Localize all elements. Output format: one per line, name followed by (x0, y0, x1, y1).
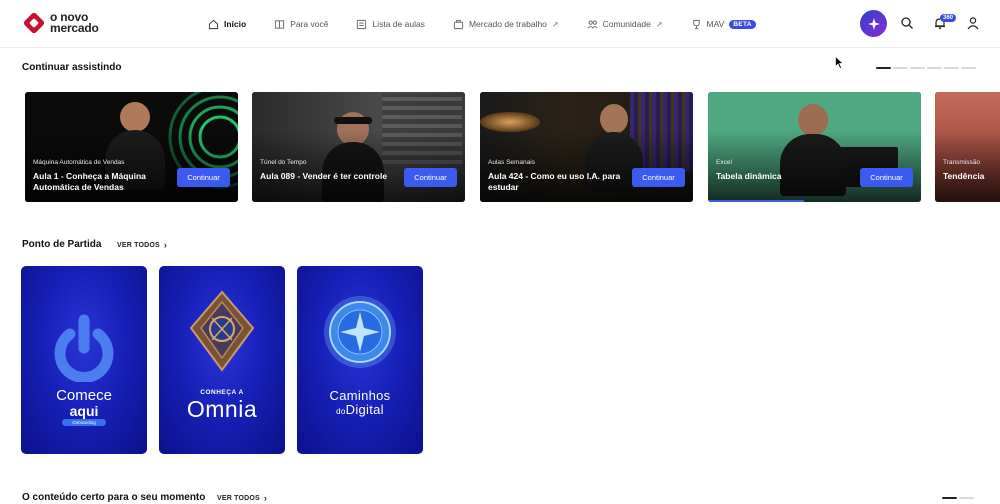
home-icon (208, 19, 219, 29)
notification-count-badge: 360 (940, 14, 957, 22)
power-icon (54, 314, 114, 382)
continue-card[interactable]: Transmissão Tendência (935, 92, 1000, 202)
continue-card[interactable]: Aulas Semanais Aula 424 - Como eu uso I.… (480, 92, 693, 202)
continue-card[interactable]: Máquina Automática de Vendas Aula 1 - Co… (25, 92, 238, 202)
poster-line2: Omnia (186, 396, 258, 422)
nav-item-label: MAV (706, 19, 725, 29)
poster-line1: Comece (56, 387, 112, 404)
poster-card-omnia[interactable]: CONHEÇA A Omnia (159, 266, 285, 454)
book-icon (275, 19, 285, 29)
card-title: Tabela dinâmica (716, 171, 782, 181)
poster-line3: Digital (345, 402, 384, 417)
chevron-right-icon: › (263, 493, 268, 503)
nav-item-mercado-de-trabalho[interactable]: Mercado de trabalho ↗ (453, 0, 559, 48)
nav-item-lista-de-aulas[interactable]: Lista de aulas (356, 0, 425, 48)
people-icon (587, 20, 598, 28)
main-nav: Início Para você Lista de aulas Mercado … (208, 0, 784, 48)
compass-icon (324, 296, 396, 368)
briefcase-icon (453, 19, 464, 29)
sparkle-icon (867, 17, 880, 30)
starting-point-title: Ponto de Partida (22, 239, 102, 250)
progress-bar (708, 200, 804, 202)
poster-card-caminhos-do-digital[interactable]: Caminhos doDigital (297, 266, 423, 454)
nav-item-label: Mercado de trabalho (468, 19, 547, 29)
poster-line2: do (336, 407, 346, 416)
nav-item-mav[interactable]: MAV BETA (691, 0, 756, 48)
card-category: Máquina Automática de Vendas (33, 159, 125, 166)
right-moment-title: O conteúdo certo para o seu momento (22, 492, 206, 503)
card-title: Aula 089 - Vender é ter controle (260, 171, 388, 181)
external-link-icon: ↗ (655, 19, 663, 29)
poster-line1: CONHEÇA A (200, 389, 244, 396)
carousel-pagination[interactable] (874, 67, 976, 69)
nav-item-label: Início (224, 19, 247, 29)
card-category: Aulas Semanais (488, 159, 535, 166)
mouse-cursor-icon (835, 56, 844, 69)
card-title: Aula 424 - Como eu uso I.A. para estudar (488, 171, 621, 192)
omnia-emblem-icon (189, 290, 255, 372)
carousel-pagination[interactable] (940, 497, 974, 499)
card-title: Tendência (943, 171, 985, 181)
chevron-right-icon: › (163, 240, 168, 250)
continue-button[interactable]: Continuar (177, 168, 230, 187)
nav-item-inicio[interactable]: Início (208, 0, 246, 48)
continue-button[interactable]: Continuar (860, 168, 913, 187)
onboarding-tag: Onboarding (62, 419, 106, 426)
continue-button[interactable]: Continuar (404, 168, 457, 187)
brand-name: o novo mercado (50, 10, 99, 35)
continue-watching-title: Continuar assistindo (22, 62, 122, 73)
card-category: Excel (716, 159, 732, 166)
poster-line1: Caminhos (329, 388, 391, 403)
continue-card[interactable]: Excel Tabela dinâmica Continuar (708, 92, 921, 202)
card-category: Túnel do Tempo (260, 159, 307, 166)
poster-card-comece-aqui[interactable]: Comece aqui Onboarding (21, 266, 147, 454)
continue-card[interactable]: Túnel do Tempo Aula 089 - Vender é ter c… (252, 92, 465, 202)
top-header: o novo mercado Início Para você Lista de… (0, 0, 1000, 48)
see-all-link[interactable]: VER TODOS › (217, 493, 267, 503)
nav-item-comunidade[interactable]: Comunidade ↗ (587, 0, 663, 48)
trophy-icon (692, 19, 700, 29)
beta-badge: BETA (729, 19, 756, 29)
external-link-icon: ↗ (551, 19, 559, 29)
nav-item-label: Lista de aulas (372, 19, 425, 29)
continue-button[interactable]: Continuar (632, 168, 685, 187)
search-icon[interactable] (900, 16, 914, 30)
brand-logo[interactable]: o novo mercado (22, 11, 99, 35)
card-category: Transmissão (943, 159, 980, 166)
nav-item-label: Para você (290, 19, 329, 29)
ai-assistant-button[interactable] (860, 10, 887, 37)
nav-item-para-voce[interactable]: Para você (274, 0, 328, 48)
card-title: Aula 1 - Conheça a Máquina Automática de… (33, 171, 146, 192)
see-all-link[interactable]: VER TODOS › (117, 240, 167, 250)
brand-logo-icon (23, 12, 45, 34)
user-icon[interactable] (966, 16, 980, 30)
list-icon (357, 19, 367, 29)
nav-item-label: Comunidade (602, 19, 651, 29)
poster-line2: aqui (69, 403, 99, 419)
